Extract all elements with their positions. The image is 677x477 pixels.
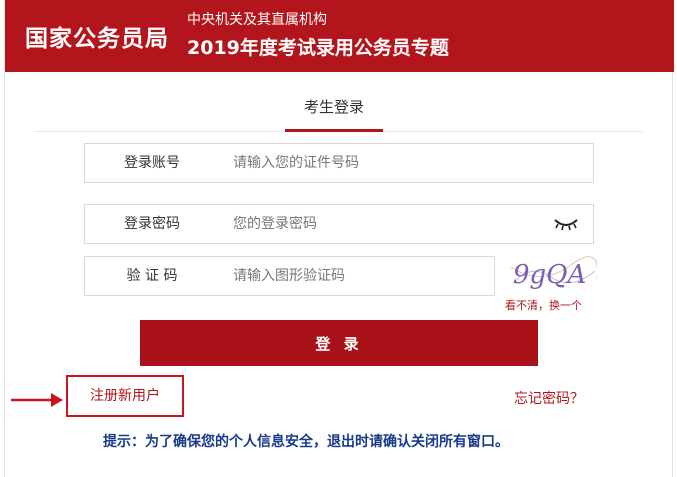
login-button[interactable]: 登 录 bbox=[140, 320, 538, 366]
register-link[interactable]: 注册新用户 bbox=[66, 375, 184, 417]
tab-active-indicator bbox=[285, 129, 383, 132]
brand-logo: 国家公务员局 bbox=[25, 26, 169, 52]
password-field: 登录密码 bbox=[84, 204, 594, 244]
captcha-label: 验 证 码 bbox=[126, 268, 178, 284]
captcha-image[interactable]: 9gQA bbox=[511, 253, 597, 291]
tab-candidate-login[interactable]: 考生登录 bbox=[285, 93, 383, 131]
login-page: 国家公务员局 中央机关及其直属机构 2019年度考试录用公务员专题 考生登录 登… bbox=[4, 0, 674, 477]
forgot-password-link[interactable]: 忘记密码？ bbox=[514, 388, 584, 408]
captcha-input[interactable] bbox=[233, 263, 533, 289]
arrow-right-icon bbox=[11, 393, 63, 407]
account-input[interactable] bbox=[233, 150, 533, 176]
captcha-field: 验 证 码 bbox=[84, 256, 533, 296]
header-subtitle-2: 2019年度考试录用公务员专题 bbox=[187, 37, 449, 59]
header-bar: 国家公务员局 中央机关及其直属机构 2019年度考试录用公务员专题 bbox=[5, 0, 674, 72]
captcha-text: 9gQA bbox=[513, 260, 586, 290]
tab-label: 考生登录 bbox=[303, 98, 364, 116]
eye-closed-icon[interactable] bbox=[553, 216, 579, 232]
header-subtitle-1: 中央机关及其直属机构 bbox=[187, 12, 327, 28]
account-field: 登录账号 bbox=[84, 143, 594, 183]
password-input[interactable] bbox=[233, 211, 533, 237]
password-label: 登录密码 bbox=[124, 216, 180, 232]
security-tip: 提示：为了确保您的个人信息安全，退出时请确认关闭所有窗口。 bbox=[103, 434, 509, 450]
captcha-refresh-link[interactable]: 看不清，换一个 bbox=[505, 297, 582, 313]
account-label: 登录账号 bbox=[124, 155, 180, 171]
